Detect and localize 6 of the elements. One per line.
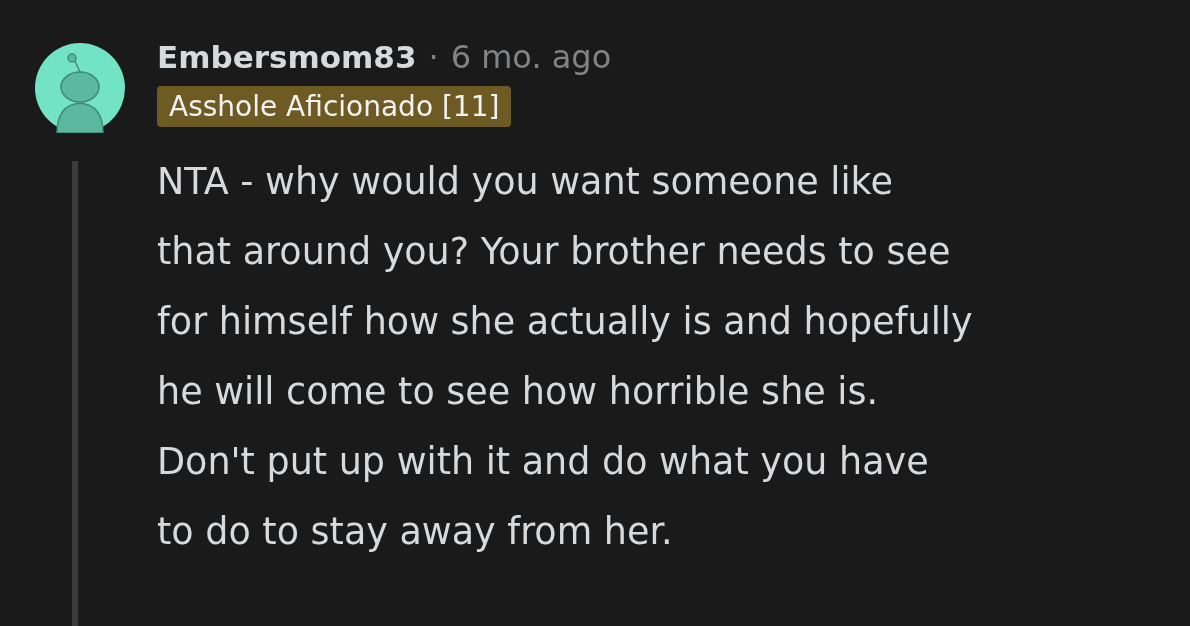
username[interactable]: Embersmom83 — [157, 39, 417, 75]
user-flair: Asshole Aficionado [11] — [157, 86, 512, 127]
timestamp: 6 mo. ago — [450, 38, 612, 76]
avatar-icon[interactable] — [35, 43, 125, 133]
separator-dot: · — [428, 38, 439, 76]
comment-text: NTA - why would you want someone like that around you? Your brother needs to see for himself how she actually is and hopefully he will come to see how horrible she is. Don't put up with it and do what you have to do to stay away from her. — [157, 159, 973, 555]
